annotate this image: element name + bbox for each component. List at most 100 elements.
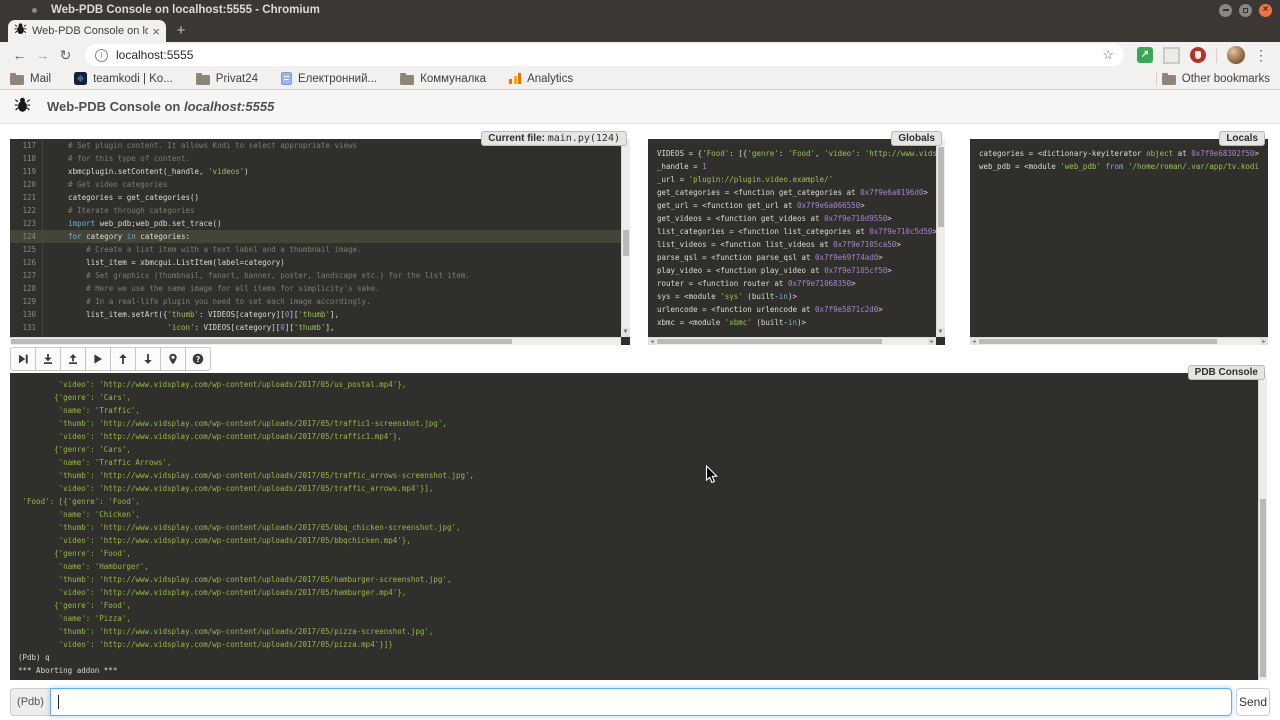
window-indicator-dot <box>32 8 37 13</box>
output-line: web_pdb = <module 'web_pdb' from '/home/… <box>979 160 1259 173</box>
line-number: 123 <box>10 217 43 230</box>
code-line-124: 124 for category in categories: <box>10 230 621 243</box>
code-vertical-scrollbar[interactable] <box>621 139 630 337</box>
line-text: 'video': 'http://www.vidsplay.com/wp-con… <box>18 638 393 651</box>
browser-tab[interactable]: Web-PDB Console on loca × <box>8 20 166 42</box>
debug-where-button[interactable] <box>160 347 186 371</box>
bookmark-item[interactable]: Analytics <box>509 73 573 85</box>
scroll-down-arrow[interactable]: ▼ <box>621 328 630 337</box>
scrollbar-thumb[interactable] <box>1260 499 1266 677</box>
debug-help-button[interactable]: ? <box>185 347 211 371</box>
output-line: 'name': 'Hamburger', <box>18 560 1258 573</box>
output-line: 'name': 'Traffic', <box>18 404 1258 417</box>
minimize-button[interactable] <box>1219 4 1232 17</box>
address-bar[interactable]: i localhost:5555 ☆ <box>85 44 1124 66</box>
scrollbar-thumb[interactable] <box>657 339 882 344</box>
scrollbar-thumb[interactable] <box>979 339 1217 344</box>
maximize-button[interactable] <box>1239 4 1252 17</box>
line-text: get_videos = <function get_videos at 0x7… <box>657 212 892 225</box>
output-line: get_url = <function get_url at 0x7f9e6a0… <box>657 199 936 212</box>
url-text[interactable]: localhost:5555 <box>116 48 1102 62</box>
code-line-129: 129 # In a real-life plugin you need to … <box>10 295 621 308</box>
line-text: 'name': 'Pizza', <box>18 612 131 625</box>
code-line-128: 128 # Here we use the same image for all… <box>10 282 621 295</box>
code-line-131: 131 'icon': VIDEOS[category][0]['thumb']… <box>10 321 621 334</box>
code-horizontal-scrollbar[interactable] <box>10 337 621 345</box>
debug-step-button[interactable] <box>35 347 61 371</box>
debug-down-button[interactable] <box>135 347 161 371</box>
globals-variables: VIDEOS = {'Food': [{'genre': 'Food', 'vi… <box>648 139 936 337</box>
bookmark-item[interactable]: Privat24 <box>196 73 258 85</box>
scroll-right-arrow[interactable]: ▸ <box>928 338 936 345</box>
close-window-button[interactable]: × <box>1259 4 1272 17</box>
line-text: xbmcplugin.setContent(_handle, 'videos') <box>50 165 249 178</box>
scrollbar-thumb[interactable] <box>938 147 944 227</box>
pdb-command-input[interactable] <box>50 688 1232 716</box>
help-icon: ? <box>192 353 204 365</box>
output-line: 'video': 'http://www.vidsplay.com/wp-con… <box>18 586 1258 599</box>
other-bookmarks-label: Other bookmarks <box>1182 73 1270 85</box>
code-line-122: 122 # Iterate through categories <box>10 204 621 217</box>
bookmark-item[interactable]: Електронний... <box>281 72 377 85</box>
scrollbar-thumb[interactable] <box>11 339 512 344</box>
output-line: *** Aborting addon *** <box>18 664 1258 677</box>
debug-continue-button[interactable] <box>85 347 111 371</box>
scrollbar-thumb[interactable] <box>623 230 629 256</box>
tab-close-button[interactable]: × <box>152 25 160 38</box>
back-button[interactable]: ← <box>8 47 31 63</box>
bookmark-star-icon[interactable]: ☆ <box>1102 47 1114 63</box>
reload-button[interactable]: ↻ <box>54 47 77 64</box>
other-bookmarks[interactable]: Other bookmarks <box>1151 71 1270 86</box>
line-number: 124 <box>10 230 43 243</box>
line-number: 131 <box>10 321 43 334</box>
console-vertical-scrollbar[interactable] <box>1258 373 1267 680</box>
browser-menu-icon[interactable]: ⋮ <box>1254 47 1268 64</box>
extension-gray-square-icon[interactable] <box>1163 47 1180 64</box>
line-number: 130 <box>10 308 43 321</box>
debug-up-button[interactable] <box>110 347 136 371</box>
forward-button[interactable]: → <box>31 47 54 63</box>
line-number: 129 <box>10 295 43 308</box>
bookmark-item[interactable]: Mail <box>10 73 51 85</box>
line-text: parse_qsl = <function parse_qsl at 0x7f9… <box>657 251 883 264</box>
line-text: 'video': 'http://www.vidsplay.com/wp-con… <box>18 378 406 391</box>
line-text: _handle = 1 <box>657 160 707 173</box>
output-line: 'name': 'Traffic Arrows', <box>18 456 1258 469</box>
line-text: urlencode = <function urlencode at 0x7f9… <box>657 303 883 316</box>
output-line: play_video = <function play_video at 0x7… <box>657 264 936 277</box>
line-number: 121 <box>10 191 43 204</box>
send-button[interactable]: Send <box>1236 688 1270 716</box>
line-text: categories = <dictionary-keyiterator obj… <box>979 147 1259 160</box>
bookmark-item[interactable]: Коммуналка <box>400 73 486 85</box>
scroll-right-arrow[interactable]: ▸ <box>1260 338 1268 345</box>
bookmarks-divider <box>1156 71 1157 86</box>
line-number: 126 <box>10 256 43 269</box>
bookmark-item[interactable]: teamkodi | Ko... <box>74 72 173 85</box>
play-icon <box>92 353 104 365</box>
line-number: 119 <box>10 165 43 178</box>
site-info-icon[interactable]: i <box>95 49 108 62</box>
debug-next-button[interactable] <box>10 347 36 371</box>
line-text: list_videos = <function list_videos at 0… <box>657 238 901 251</box>
line-text: # Set plugin content. It allows Kodi to … <box>50 139 357 152</box>
source-code: 117 # Set plugin content. It allows Kodi… <box>10 139 621 337</box>
globals-vertical-scrollbar[interactable] <box>936 139 945 337</box>
browser-toolbar: ← → ↻ i localhost:5555 ☆ ↗ ⋮ <box>0 42 1280 68</box>
new-tab-button[interactable]: + <box>172 22 190 40</box>
line-text: (Pdb) q <box>18 651 50 664</box>
locals-horizontal-scrollbar[interactable]: ◂ ▸ <box>970 337 1268 345</box>
profile-avatar[interactable] <box>1227 46 1245 64</box>
debug-return-button[interactable] <box>60 347 86 371</box>
globals-horizontal-scrollbar[interactable]: ◂ ▸ <box>648 337 936 345</box>
extension-red-adblock-icon[interactable] <box>1190 47 1206 63</box>
output-line: {'genre': 'Food', <box>18 599 1258 612</box>
line-text: 'Food': [{'genre': 'Food', <box>18 495 140 508</box>
scroll-down-arrow[interactable]: ▼ <box>936 328 945 337</box>
output-line: {'genre': 'Cars', <box>18 391 1258 404</box>
bookmark-label: Коммуналка <box>420 73 486 85</box>
line-text: 'thumb': 'http://www.vidsplay.com/wp-con… <box>18 625 433 638</box>
scroll-left-arrow[interactable]: ◂ <box>970 338 978 345</box>
extension-green-arrow-icon[interactable]: ↗ <box>1137 47 1153 63</box>
output-line: VIDEOS = {'Food': [{'genre': 'Food', 'vi… <box>657 147 936 160</box>
scroll-left-arrow[interactable]: ◂ <box>648 338 656 345</box>
